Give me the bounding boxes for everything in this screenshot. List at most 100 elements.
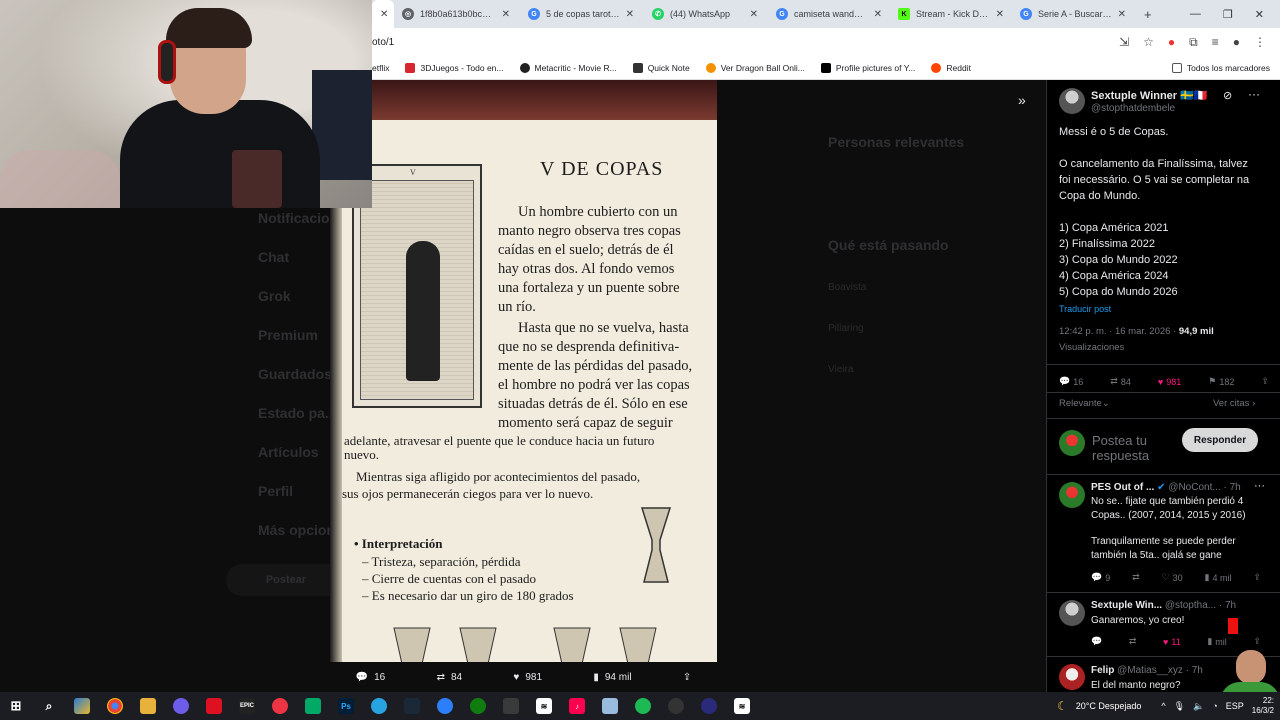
like-button[interactable]: ♥ 981 (1158, 376, 1181, 387)
reply-author[interactable]: Felip (1091, 665, 1114, 676)
app-icon[interactable] (437, 698, 453, 714)
menu-icon[interactable]: ⋮ (1254, 35, 1266, 49)
photo-like-button[interactable]: ♥ 981 (513, 672, 542, 683)
epic-games-icon[interactable]: EPIC (239, 698, 255, 714)
reply-submit-button[interactable]: Responder (1182, 428, 1258, 452)
photo-repost-button[interactable]: ⇄ 84 (437, 672, 463, 683)
app-icon[interactable]: ≋ (536, 698, 552, 714)
close-window-icon[interactable]: ✕ (1255, 8, 1264, 21)
sort-dropdown[interactable]: Relevante⌄ (1059, 398, 1110, 409)
adblock-icon[interactable]: ● (1168, 35, 1175, 49)
bookmark-profile-pictures[interactable]: Profile pictures of Y... (820, 62, 915, 73)
photo-views-button[interactable]: ▮ 94 mil (593, 672, 631, 683)
tweet-photo[interactable]: V DE COPAS V Un hombre cubierto con un m… (330, 80, 717, 662)
app-icon[interactable]: ≋ (734, 698, 750, 714)
microphone-icon[interactable]: 🎙 (1174, 701, 1185, 712)
trend-3[interactable]: Vieira (828, 364, 853, 375)
volume-icon[interactable]: 🔈 (1193, 701, 1204, 712)
obs-icon[interactable] (668, 698, 684, 714)
repost-button[interactable]: ⇄ (1132, 572, 1140, 583)
trend-2[interactable]: Pillaring (828, 323, 864, 334)
reply-button[interactable]: 💬 16 (1059, 376, 1083, 387)
nav-estado[interactable]: Estado pa... (258, 405, 337, 421)
share-button[interactable]: ⇪ (1253, 572, 1261, 583)
bookmark-metacritic[interactable]: Metacritic - Movie R... (519, 62, 617, 73)
bookmark-reddit[interactable]: Reddit (931, 62, 971, 73)
close-icon[interactable]: ✕ (996, 9, 1004, 20)
nav-grok[interactable]: Grok (258, 288, 291, 304)
tab[interactable]: ◎ 1f8b0a613b0bc488e... ✕ (394, 0, 518, 28)
tab[interactable]: ✆ (44) WhatsApp ✕ (644, 0, 766, 28)
extensions-icon[interactable]: ⧉ (1189, 35, 1198, 50)
close-icon[interactable]: ✕ (1118, 9, 1126, 20)
chrome-icon[interactable] (107, 698, 123, 714)
nav-premium[interactable]: Premium (258, 327, 318, 343)
nav-post-button[interactable]: Postear (226, 564, 346, 596)
close-icon[interactable]: ✕ (750, 9, 758, 20)
reply-handle[interactable]: @Matias__xyz (1117, 665, 1183, 676)
language-indicator[interactable]: ESP (1226, 701, 1244, 711)
all-bookmarks[interactable]: Todos los marcadores (1171, 62, 1280, 73)
share-button[interactable]: ⇪ (1261, 376, 1269, 387)
install-app-icon[interactable]: ⇲ (1119, 35, 1129, 49)
steam-icon[interactable] (404, 698, 420, 714)
tweet-handle[interactable]: @stopthatdembele (1091, 103, 1175, 114)
tab[interactable]: K Stream - Kick Dashbo... ✕ (890, 0, 1012, 28)
url-field[interactable]: oto/1 (372, 37, 394, 48)
app-icon[interactable] (206, 698, 222, 714)
xbox-icon[interactable] (470, 698, 486, 714)
more-icon[interactable]: ··· (1248, 87, 1260, 101)
reply-button[interactable]: 💬 9 (1091, 572, 1110, 583)
profile-avatar-icon[interactable]: ● (1233, 35, 1240, 49)
avatar[interactable] (1059, 88, 1085, 114)
search-icon[interactable]: ⌕ (41, 698, 57, 714)
reply-author[interactable]: Sextuple Win... (1091, 600, 1162, 611)
photoshop-icon[interactable]: Ps (338, 698, 354, 714)
network-icon[interactable]: ◔ (1212, 701, 1217, 711)
close-icon[interactable]: ✕ (380, 9, 388, 20)
reply-author[interactable]: PES Out of ... (1091, 482, 1154, 493)
media-icon[interactable]: ≡ (1212, 35, 1219, 49)
translate-link[interactable]: Traducir post (1059, 304, 1111, 314)
bookmark-quick-note[interactable]: Quick Note (632, 62, 690, 73)
tab[interactable]: G 5 de copas tarot - Bu... ✕ (520, 0, 642, 28)
chevron-up-icon[interactable]: ^ (1161, 701, 1165, 711)
restore-icon[interactable]: ❐ (1223, 8, 1233, 21)
close-icon[interactable]: ✕ (502, 9, 510, 20)
app-icon[interactable] (701, 698, 717, 714)
tab[interactable]: Gcamiseta wanderers c... ✕ (768, 0, 890, 28)
spotify-icon[interactable] (635, 698, 651, 714)
view-quotes-link[interactable]: Ver citas › (1213, 398, 1255, 409)
app-icon[interactable] (305, 698, 321, 714)
discord-icon[interactable] (173, 698, 189, 714)
avatar[interactable] (1059, 664, 1085, 690)
close-icon[interactable]: ✕ (626, 9, 634, 20)
windows-start-icon[interactable]: ⊞ (8, 698, 24, 714)
tab[interactable]: G Serie A - Buscar con... ✕ (1012, 0, 1134, 28)
repost-button[interactable]: ⇄ (1129, 636, 1137, 647)
tab-active[interactable]: ✕ (372, 0, 394, 28)
reply-handle[interactable]: @NoCont... (1168, 482, 1220, 493)
compose-input[interactable]: Postea tu respuesta (1092, 433, 1149, 463)
photo-share-button[interactable]: ⇪ (683, 672, 691, 683)
grok-icon[interactable]: ⊘ (1223, 89, 1232, 102)
more-icon[interactable]: ··· (1254, 480, 1265, 492)
photo-reply-button[interactable]: 💬 16 (356, 672, 386, 683)
avatar[interactable] (1059, 430, 1085, 456)
telegram-icon[interactable] (371, 698, 387, 714)
tweet-author[interactable]: Sextuple Winner 🇸🇪🇫🇷 (1091, 89, 1208, 102)
clock[interactable]: 22: 16/3/2 (1252, 696, 1274, 716)
new-tab-button[interactable]: + (1136, 0, 1156, 28)
bookmark-dragon-ball[interactable]: Ver Dragon Ball Onli... (705, 62, 805, 73)
nav-guardados[interactable]: Guardados (258, 366, 332, 382)
bookmark-3djuegos[interactable]: 3DJuegos - Todo en... (405, 62, 504, 73)
app-icon[interactable] (602, 698, 618, 714)
file-explorer-icon[interactable] (140, 698, 156, 714)
close-icon[interactable]: ✕ (874, 9, 882, 20)
app-icon[interactable] (503, 698, 519, 714)
like-button[interactable]: ♡ 30 (1162, 572, 1183, 583)
expand-icon[interactable]: » (1018, 92, 1026, 108)
reply-handle[interactable]: @stoptha... (1165, 600, 1216, 611)
bookmark-button[interactable]: ⚑ 182 (1208, 376, 1234, 387)
avatar[interactable] (1059, 600, 1085, 626)
